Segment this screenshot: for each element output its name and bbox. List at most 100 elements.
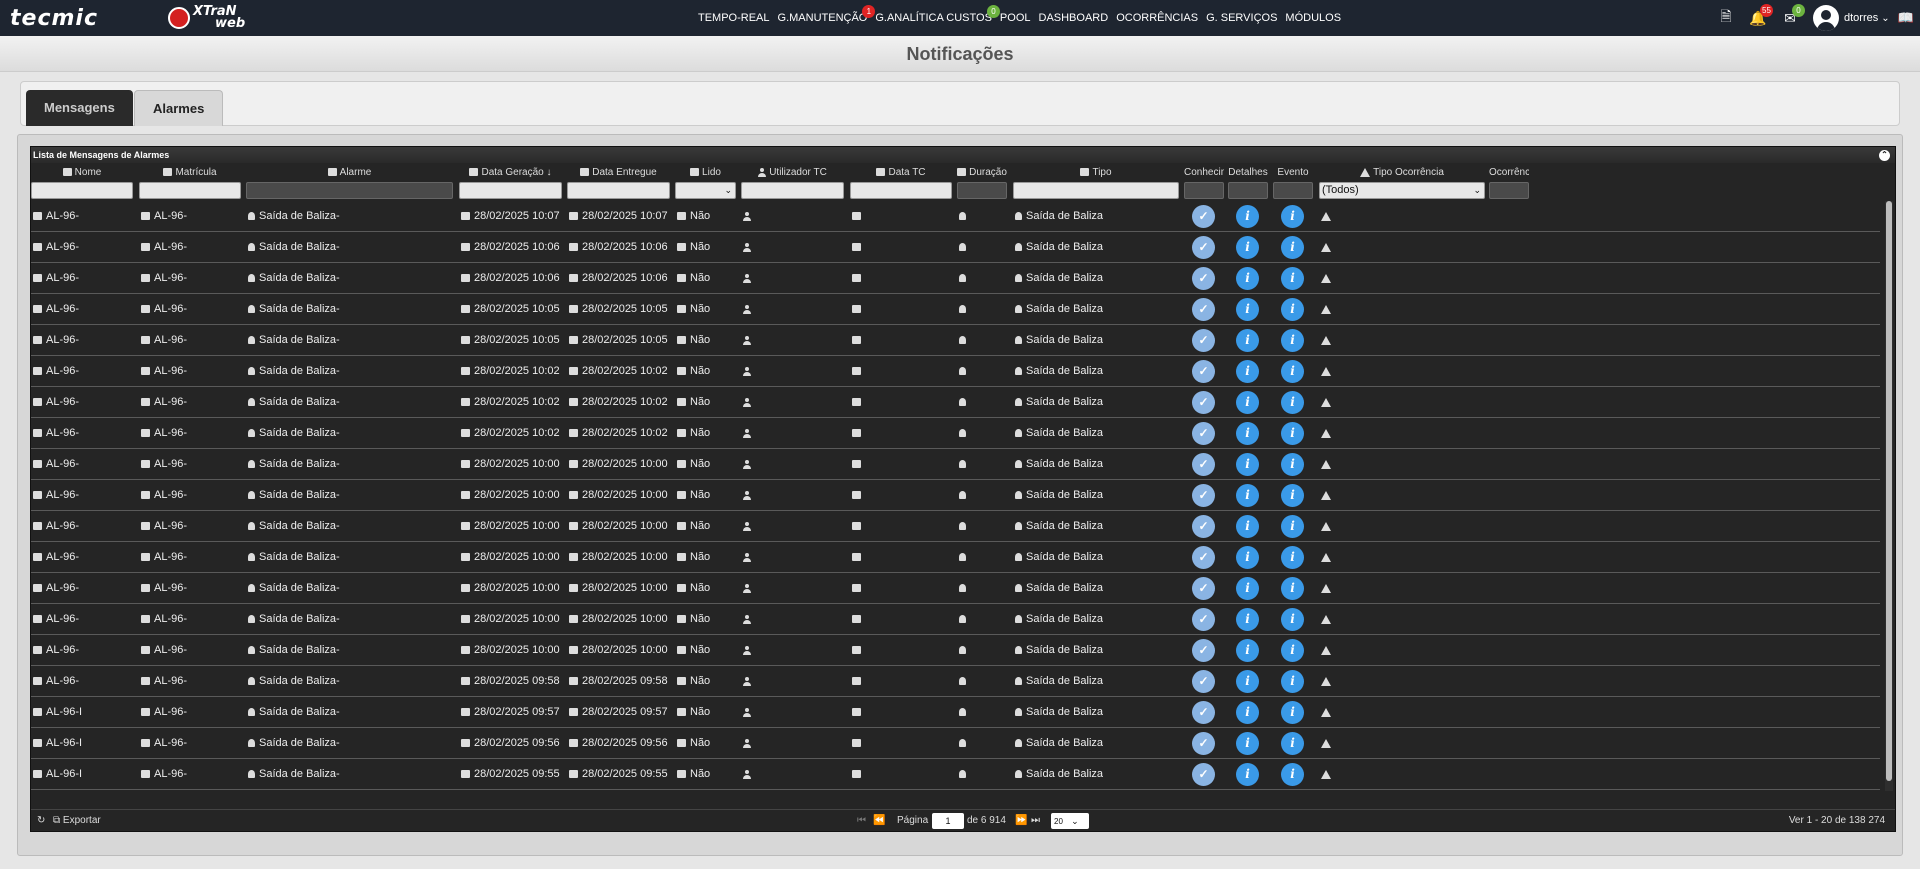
table-row[interactable]: AL-96- AL-96- Saída de Baliza- 28/02/2025 1… [31,263,1880,294]
table-row[interactable]: AL-96- AL-96- Saída de Baliza- 28/02/2025 1… [31,356,1880,387]
tab-alarmes[interactable]: Alarmes [134,90,224,126]
column-filter[interactable] [567,182,670,199]
tecmic-logo[interactable]: tecmic [10,6,98,31]
acknowledge-button[interactable]: ✓ [1192,484,1215,507]
details-button[interactable]: i [1236,422,1259,445]
details-button[interactable]: i [1236,763,1259,786]
details-button[interactable]: i [1236,577,1259,600]
event-button[interactable]: i [1281,577,1304,600]
column-header[interactable]: Evento [1273,164,1313,181]
acknowledge-button[interactable]: ✓ [1192,546,1215,569]
page-number-input[interactable]: 1 [932,813,964,829]
event-button[interactable]: i [1281,608,1304,631]
acknowledge-button[interactable]: ✓ [1192,360,1215,383]
column-header[interactable]: Nome [31,164,133,181]
event-button[interactable]: i [1281,298,1304,321]
column-filter[interactable] [459,182,562,199]
user-menu[interactable]: dtorres ⌄ [1813,5,1890,31]
column-filter[interactable] [1184,182,1224,199]
table-row[interactable]: AL-96- AL-96- Saída de Baliza- 28/02/2025 1… [31,511,1880,542]
acknowledge-button[interactable]: ✓ [1192,453,1215,476]
details-button[interactable]: i [1236,546,1259,569]
acknowledge-button[interactable]: ✓ [1192,577,1215,600]
details-button[interactable]: i [1236,236,1259,259]
nav-item[interactable]: OCORRÊNCIAS [1116,12,1198,24]
scrollbar-thumb[interactable] [1886,201,1892,781]
column-header[interactable]: Lido [675,164,736,181]
tab-mensagens[interactable]: Mensagens [26,90,133,126]
nav-item[interactable]: G. SERVIÇOS [1206,12,1277,24]
first-page-icon[interactable]: ⏮ [857,810,866,832]
column-filter[interactable] [1228,182,1268,199]
column-header[interactable]: Data TC [850,164,952,181]
last-page-icon[interactable]: ⏭ [1031,810,1040,832]
event-button[interactable]: i [1281,236,1304,259]
acknowledge-button[interactable]: ✓ [1192,608,1215,631]
nav-item[interactable]: TEMPO-REAL [698,12,770,24]
details-button[interactable]: i [1236,484,1259,507]
column-filter[interactable] [957,182,1007,199]
details-button[interactable]: i [1236,732,1259,755]
column-filter[interactable]: (Todos) ⌄ [1319,182,1485,199]
table-row[interactable]: AL-96- AL-96- Saída de Baliza- 28/02/2025 1… [31,635,1880,666]
column-header[interactable]: Utilizador TC [741,164,844,181]
column-filter[interactable] [31,182,133,199]
column-header[interactable]: Alarme [246,164,453,181]
collapse-icon[interactable]: ⌃ [1879,150,1890,161]
column-filter[interactable] [246,182,453,199]
next-page-icon[interactable]: ⏩ [1015,810,1027,832]
table-row[interactable]: AL-96-I AL-96- Saída de Baliza- 28/02/2025 … [31,759,1880,790]
messages-envelope-icon[interactable]: ✉ 0 [1779,4,1805,28]
page-size-select[interactable]: 20 ⌄ [1051,813,1089,829]
details-button[interactable]: i [1236,360,1259,383]
document-icon[interactable]: 🗎 [1715,8,1737,28]
acknowledge-button[interactable]: ✓ [1192,701,1215,724]
acknowledge-button[interactable]: ✓ [1192,391,1215,414]
column-header[interactable]: Matrícula [139,164,241,181]
nav-item[interactable]: G.ANALÍTICA CUSTOS 0 [875,5,1000,24]
event-button[interactable]: i [1281,360,1304,383]
details-button[interactable]: i [1236,670,1259,693]
acknowledge-button[interactable]: ✓ [1192,329,1215,352]
column-header[interactable]: Data Entregue [567,164,670,181]
event-button[interactable]: i [1281,546,1304,569]
event-button[interactable]: i [1281,639,1304,662]
event-button[interactable]: i [1281,422,1304,445]
acknowledge-button[interactable]: ✓ [1192,236,1215,259]
table-row[interactable]: AL-96- AL-96- Saída de Baliza- 28/02/2025 1… [31,201,1880,232]
event-button[interactable]: i [1281,701,1304,724]
details-button[interactable]: i [1236,391,1259,414]
column-header[interactable]: Detalhes [1228,164,1268,181]
table-row[interactable]: AL-96- AL-96- Saída de Baliza- 28/02/2025 1… [31,387,1880,418]
event-button[interactable]: i [1281,205,1304,228]
column-header[interactable]: Duração [957,164,1007,181]
table-row[interactable]: AL-96- AL-96- Saída de Baliza- 28/02/2025 1… [31,480,1880,511]
nav-item[interactable]: POOL [1000,12,1031,24]
details-button[interactable]: i [1236,298,1259,321]
details-button[interactable]: i [1236,608,1259,631]
acknowledge-button[interactable]: ✓ [1192,267,1215,290]
table-row[interactable]: AL-96-I AL-96- Saída de Baliza- 28/02/2025 … [31,697,1880,728]
details-button[interactable]: i [1236,267,1259,290]
event-button[interactable]: i [1281,267,1304,290]
nav-item[interactable]: DASHBOARD [1039,12,1109,24]
table-row[interactable]: AL-96- AL-96- Saída de Baliza- 28/02/2025 1… [31,325,1880,356]
manual-book-icon[interactable]: 📖 [1898,10,1914,26]
event-button[interactable]: i [1281,453,1304,476]
column-header[interactable]: Ocorrências [1489,164,1529,181]
table-row[interactable]: AL-96- AL-96- Saída de Baliza- 28/02/2025 0… [31,666,1880,697]
column-header[interactable]: Tipo Ocorrência [1319,164,1485,181]
acknowledge-button[interactable]: ✓ [1192,422,1215,445]
table-row[interactable]: AL-96- AL-96- Saída de Baliza- 28/02/2025 1… [31,294,1880,325]
details-button[interactable]: i [1236,515,1259,538]
acknowledge-button[interactable]: ✓ [1192,298,1215,321]
table-row[interactable]: AL-96- AL-96- Saída de Baliza- 28/02/2025 1… [31,449,1880,480]
table-row[interactable]: AL-96- AL-96- Saída de Baliza- 28/02/2025 1… [31,232,1880,263]
table-row[interactable]: AL-96- AL-96- Saída de Baliza- 28/02/2025 1… [31,573,1880,604]
details-button[interactable]: i [1236,329,1259,352]
table-row[interactable]: AL-96-I AL-96- Saída de Baliza- 28/02/2025 … [31,728,1880,759]
event-button[interactable]: i [1281,515,1304,538]
table-row[interactable]: AL-96- AL-96- Saída de Baliza- 28/02/2025 1… [31,418,1880,449]
column-filter[interactable] [741,182,844,199]
column-filter[interactable] [850,182,952,199]
